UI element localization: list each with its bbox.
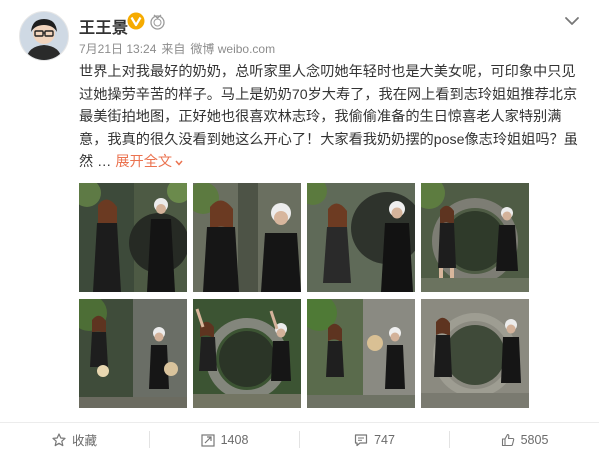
photo-8[interactable] xyxy=(421,299,529,408)
thumbs-up-icon xyxy=(501,433,514,446)
photo-2[interactable] xyxy=(193,183,301,292)
post-timestamp[interactable]: 7月21日 13:24 xyxy=(79,42,156,56)
weibo-post-card: 王王景 7月21日 13:24 来自 微博 weibo.com 世界上对我最好的奶奶… xyxy=(0,0,599,456)
photo-3[interactable] xyxy=(307,183,415,292)
favorite-button[interactable]: 收藏 xyxy=(0,423,149,456)
post-source[interactable]: 微博 weibo.com xyxy=(190,42,275,56)
favorite-label: 收藏 xyxy=(71,434,97,448)
repost-button[interactable]: 1408 xyxy=(150,423,299,456)
via-label: 来自 xyxy=(161,42,186,56)
expand-chevron-icon xyxy=(175,160,183,166)
like-button[interactable]: 5805 xyxy=(450,423,599,456)
comment-count: 747 xyxy=(374,432,395,447)
verified-badge-icon[interactable] xyxy=(127,12,145,30)
photo-5[interactable] xyxy=(79,299,187,408)
photo-4[interactable] xyxy=(421,183,529,292)
post-meta: 7月21日 13:24 来自 微博 weibo.com xyxy=(79,40,280,57)
like-count: 5805 xyxy=(520,432,549,447)
photo-7[interactable] xyxy=(307,299,415,408)
medal-icon[interactable] xyxy=(149,13,166,30)
repost-icon xyxy=(200,433,215,447)
expand-full-text-link[interactable]: 展开全文 xyxy=(115,154,184,170)
photo-grid xyxy=(79,183,585,408)
avatar-image xyxy=(20,12,68,60)
avatar[interactable] xyxy=(19,11,69,61)
chevron-down-icon[interactable] xyxy=(563,12,581,30)
photo-1[interactable] xyxy=(79,183,187,292)
user-name[interactable]: 王王景 xyxy=(79,14,129,38)
photo-6[interactable] xyxy=(193,299,301,408)
comment-icon xyxy=(354,433,368,446)
star-icon xyxy=(52,432,66,446)
repost-count: 1408 xyxy=(220,432,249,447)
comment-button[interactable]: 747 xyxy=(300,423,449,456)
post-text: 世界上对我最好的奶奶，总听家里人念叨她年轻时也是大美女呢，可印象中只见过她操劳辛… xyxy=(79,61,585,174)
